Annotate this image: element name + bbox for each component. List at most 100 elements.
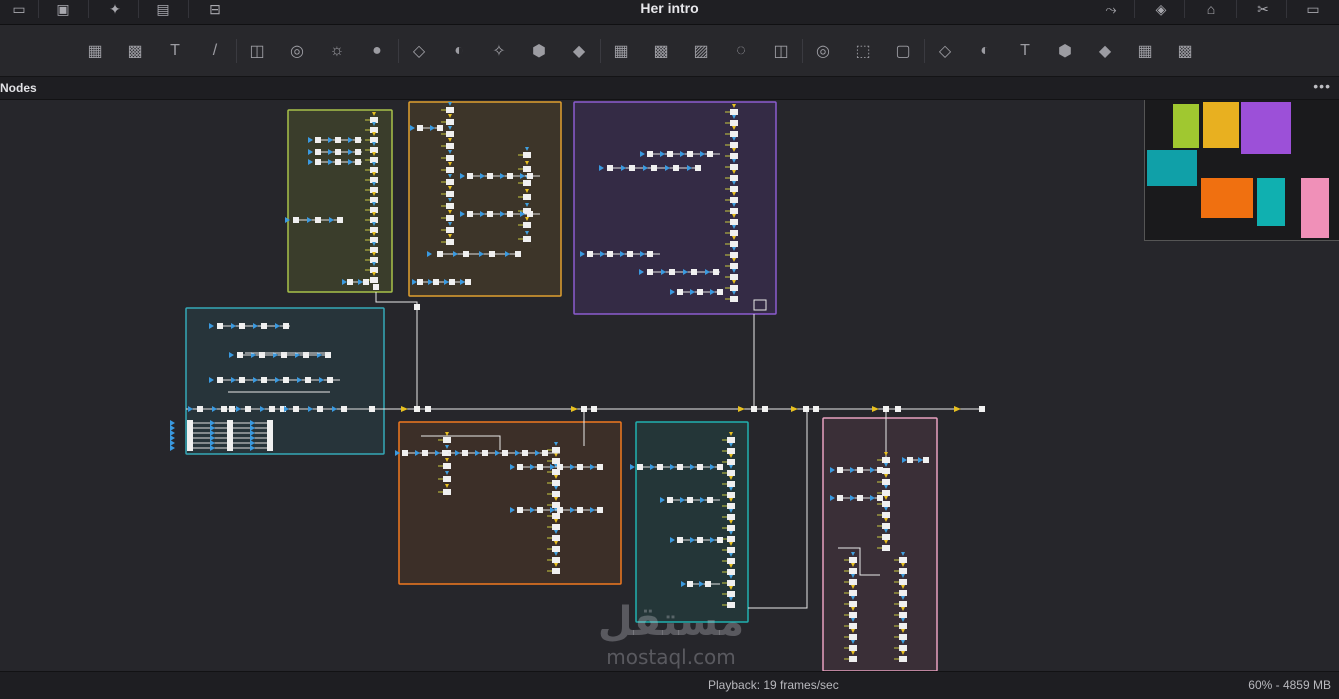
node-tool[interactable]	[677, 289, 683, 295]
node-tool[interactable]	[443, 489, 451, 495]
node-tool[interactable]	[587, 251, 593, 257]
node-tool[interactable]	[187, 445, 193, 451]
merge-3d-icon[interactable]: ◐	[972, 38, 998, 64]
node-tool[interactable]	[373, 284, 379, 290]
monitor-icon[interactable]: ▭	[1300, 0, 1326, 18]
transform-icon[interactable]: ◐	[446, 38, 472, 64]
node-tool[interactable]	[417, 279, 423, 285]
node-tool[interactable]	[849, 568, 857, 574]
node-tool[interactable]	[283, 377, 289, 383]
color-corrector-icon[interactable]: ●	[364, 38, 390, 64]
node-tool[interactable]	[895, 406, 901, 412]
node-tool[interactable]	[899, 645, 907, 651]
node-tool[interactable]	[315, 217, 321, 223]
node-tool[interactable]	[677, 537, 683, 543]
node-tool[interactable]	[730, 142, 738, 148]
node-tool[interactable]	[552, 557, 560, 563]
node-tool[interactable]	[651, 165, 657, 171]
node-tool[interactable]	[877, 495, 883, 501]
node-tool[interactable]	[697, 537, 703, 543]
node-tool[interactable]	[591, 406, 597, 412]
node-tool[interactable]	[877, 467, 883, 473]
node-tool[interactable]	[803, 406, 809, 412]
node-tool[interactable]	[730, 296, 738, 302]
node-tool[interactable]	[523, 194, 531, 200]
node-tool[interactable]	[727, 591, 735, 597]
node-tool[interactable]	[979, 406, 985, 412]
node-tool[interactable]	[402, 450, 408, 456]
node-tool[interactable]	[442, 450, 448, 456]
renderer-3d-icon[interactable]: ◆	[1092, 38, 1118, 64]
node-tool[interactable]	[542, 450, 548, 456]
node-tool[interactable]	[883, 406, 889, 412]
node-tool[interactable]	[899, 612, 907, 618]
node-tool[interactable]	[557, 507, 563, 513]
node-tool[interactable]	[446, 227, 454, 233]
node-tool[interactable]	[899, 634, 907, 640]
node-tool[interactable]	[446, 191, 454, 197]
node-tool[interactable]	[882, 479, 890, 485]
node-tool[interactable]	[849, 579, 857, 585]
node-tool[interactable]	[217, 377, 223, 383]
node-tool[interactable]	[849, 645, 857, 651]
node-tool[interactable]	[727, 514, 735, 520]
node-tool[interactable]	[355, 159, 361, 165]
node-tool[interactable]	[857, 467, 863, 473]
node-group-box[interactable]	[408, 101, 562, 297]
node-tool[interactable]	[727, 470, 735, 476]
node-tool[interactable]	[245, 406, 251, 412]
node-tool[interactable]	[446, 239, 454, 245]
node-tool[interactable]	[443, 476, 451, 482]
node-tool[interactable]	[335, 137, 341, 143]
background-icon[interactable]: ▦	[82, 38, 108, 64]
node-tool[interactable]	[707, 497, 713, 503]
node-tool[interactable]	[341, 406, 347, 412]
node-tool[interactable]	[337, 217, 343, 223]
node-tool[interactable]	[422, 450, 428, 456]
node-graph[interactable]	[0, 100, 1339, 671]
node-tool[interactable]	[363, 279, 369, 285]
node-tool[interactable]	[677, 464, 683, 470]
node-tool[interactable]	[577, 507, 583, 513]
node-tool[interactable]	[899, 656, 907, 662]
node-tool[interactable]	[857, 495, 863, 501]
node-tool[interactable]	[727, 503, 735, 509]
node-tool[interactable]	[730, 120, 738, 126]
node-tool[interactable]	[537, 464, 543, 470]
node-tool[interactable]	[849, 590, 857, 596]
node-tool[interactable]	[713, 269, 719, 275]
merge-icon[interactable]: ◇	[406, 38, 432, 64]
wave-icon[interactable]: ◫	[768, 38, 794, 64]
keyframes-icon[interactable]: ◈	[1148, 0, 1174, 18]
node-tool[interactable]	[335, 149, 341, 155]
node-tool[interactable]	[437, 125, 443, 131]
loader-icon[interactable]: ✧	[486, 38, 512, 64]
node-tool[interactable]	[446, 143, 454, 149]
node-tool[interactable]	[467, 211, 473, 217]
node-tool[interactable]	[697, 464, 703, 470]
node-tool[interactable]	[552, 535, 560, 541]
node-tool[interactable]	[414, 406, 420, 412]
node-tool[interactable]	[523, 236, 531, 242]
node-tool[interactable]	[707, 151, 713, 157]
text-3d-icon[interactable]: T	[1012, 38, 1038, 64]
node-tool[interactable]	[882, 523, 890, 529]
node-tool[interactable]	[627, 251, 633, 257]
node-tool[interactable]	[557, 464, 563, 470]
node-tool[interactable]	[446, 203, 454, 209]
spline-icon[interactable]: ⤳	[1098, 0, 1124, 18]
node-tool[interactable]	[730, 252, 738, 258]
node-tool[interactable]	[882, 490, 890, 496]
node-group-box[interactable]	[398, 421, 622, 585]
node-tool[interactable]	[502, 450, 508, 456]
node-group-box[interactable]	[822, 417, 938, 671]
node-tool[interactable]	[433, 279, 439, 285]
node-tool[interactable]	[355, 137, 361, 143]
node-tool[interactable]	[899, 579, 907, 585]
node-tool[interactable]	[727, 459, 735, 465]
node-tool[interactable]	[489, 251, 495, 257]
saver-icon[interactable]: ⬢	[526, 38, 552, 64]
node-tool[interactable]	[730, 175, 738, 181]
node-group-box[interactable]	[573, 101, 777, 315]
node-tool[interactable]	[762, 406, 768, 412]
